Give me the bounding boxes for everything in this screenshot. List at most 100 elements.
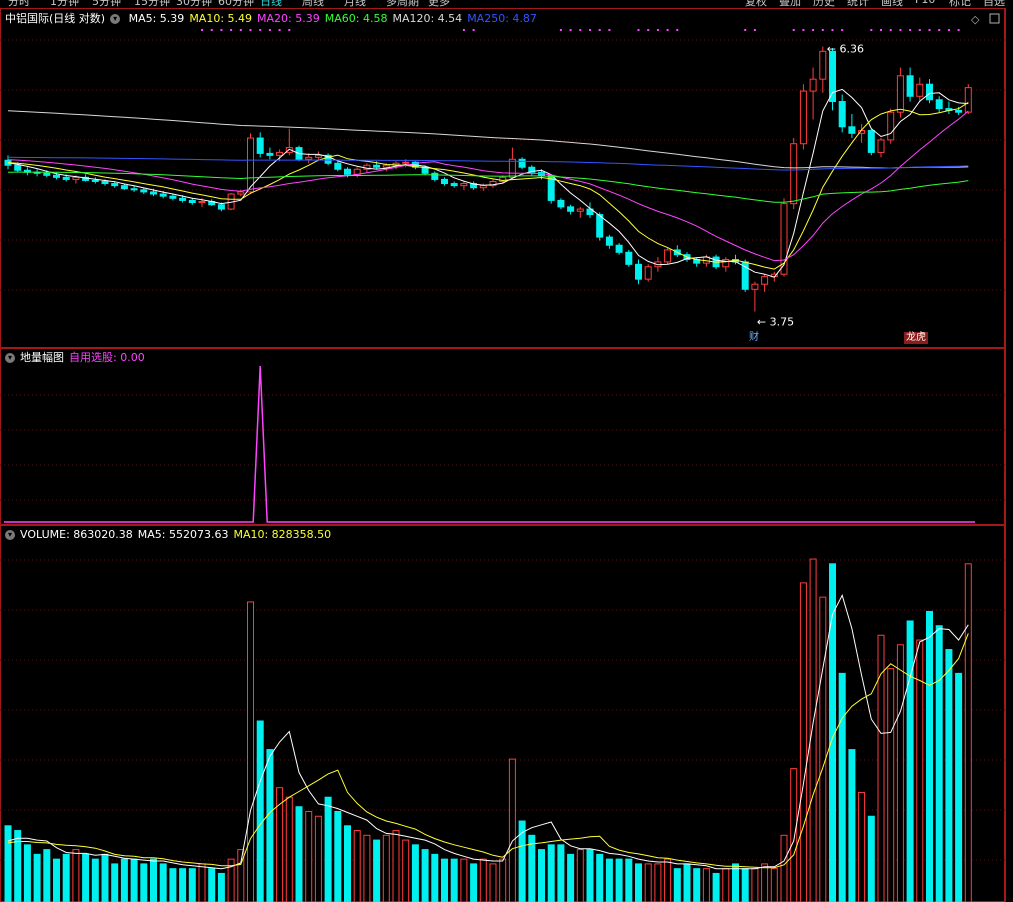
finance-tag[interactable]: 财: [747, 332, 761, 344]
volume-bar: [392, 830, 400, 902]
signal-marker: [201, 29, 203, 31]
signal-marker: [598, 29, 601, 31]
ma120-line: [7, 110, 969, 169]
signal-marker: [957, 29, 960, 31]
candle-body: [305, 156, 313, 160]
signal-marker: [239, 29, 242, 31]
signal-marker: [938, 29, 941, 31]
candle-body: [159, 193, 167, 197]
chart-canvas[interactable]: ← 6.36 ← 3.75 ◇: [0, 0, 1013, 902]
volume-bar: [179, 868, 187, 902]
signal-marker: [472, 29, 475, 31]
candle-body: [964, 87, 972, 113]
candle-body: [150, 191, 157, 195]
ma5-line: [7, 88, 969, 278]
signal-marker: [821, 29, 824, 31]
volume-bar: [955, 672, 963, 902]
volume-bar: [411, 844, 419, 902]
volume-bar: [819, 596, 827, 902]
volume-bar: [140, 863, 148, 902]
ma10-line: [7, 101, 969, 270]
candle-body: [431, 172, 439, 180]
volume-bar: [353, 830, 361, 902]
volume-bar: [130, 858, 138, 902]
candle-body: [819, 50, 827, 80]
candle-body: [664, 249, 672, 263]
volume-bar: [247, 601, 254, 902]
signal-marker: [841, 29, 844, 31]
volume-bar: [664, 858, 672, 902]
volume-bar: [751, 868, 759, 902]
volume-bar: [72, 849, 80, 902]
volume-bar: [732, 863, 739, 902]
signal-marker: [579, 29, 582, 31]
volume-bar: [295, 806, 303, 902]
volume-bar: [693, 868, 701, 902]
signal-marker: [637, 29, 640, 31]
volume-bar: [605, 858, 613, 902]
candle-body: [479, 185, 487, 189]
volume-bar: [256, 720, 264, 902]
candle-body: [188, 199, 196, 204]
candle-body: [402, 161, 410, 164]
volume-bar: [858, 791, 866, 902]
signal-marker: [462, 29, 465, 31]
volume-bar: [615, 858, 623, 902]
signal-marker: [792, 29, 795, 31]
candle-body: [120, 185, 128, 190]
candle-body: [91, 179, 99, 182]
candle-body: [635, 263, 642, 280]
window-icon: [989, 13, 1000, 24]
volume-bar: [402, 839, 410, 902]
volume-bar: [43, 849, 51, 902]
candle-body: [276, 151, 284, 156]
signal-marker: [880, 29, 882, 31]
candle-body: [334, 162, 342, 170]
candle-body: [508, 158, 516, 178]
candle-body: [906, 75, 914, 97]
signal-marker: [947, 29, 950, 31]
candle-body: [838, 101, 846, 128]
candle-body: [625, 251, 633, 265]
signal-marker: [608, 29, 611, 31]
candle-body: [111, 183, 119, 187]
candle-body: [62, 176, 70, 180]
volume-bar: [518, 820, 526, 902]
candle-body: [605, 236, 613, 246]
volume-bar: [363, 834, 371, 902]
volume-bar: [188, 868, 196, 902]
indicator-line: [4, 365, 975, 523]
dragon-tiger-tag[interactable]: 龙虎: [904, 332, 928, 344]
candle-body: [266, 152, 274, 156]
candle-body: [314, 154, 322, 158]
candle-body: [596, 214, 604, 238]
signal-marker: [899, 29, 902, 31]
signal-marker: [831, 29, 834, 31]
candle-body: [441, 178, 448, 185]
candle-body: [373, 164, 381, 168]
volume-bar: [373, 839, 381, 902]
candle-body: [877, 139, 885, 153]
high-price-label: ← 6.36: [827, 43, 864, 56]
signal-marker: [909, 29, 912, 31]
signal-marker: [802, 29, 805, 31]
volume-bar: [120, 858, 128, 902]
signal-marker: [928, 29, 931, 31]
volume-bar: [867, 815, 875, 902]
volume-bar: [770, 868, 778, 902]
candle-body: [179, 197, 187, 201]
volume-bar: [169, 868, 177, 902]
volume-bar: [450, 858, 458, 902]
volume-bar: [470, 863, 478, 902]
signal-marker: [870, 29, 873, 31]
volume-bar: [489, 863, 497, 902]
candle-body: [557, 199, 565, 208]
volume-bar: [208, 868, 216, 902]
volume-bar: [324, 796, 332, 902]
volume-bar: [712, 872, 720, 902]
volume-bar: [421, 849, 429, 902]
candle-body: [43, 172, 51, 176]
candle-body: [450, 183, 458, 187]
diamond-icon: ◇: [971, 13, 980, 26]
volume-bar: [198, 863, 206, 902]
